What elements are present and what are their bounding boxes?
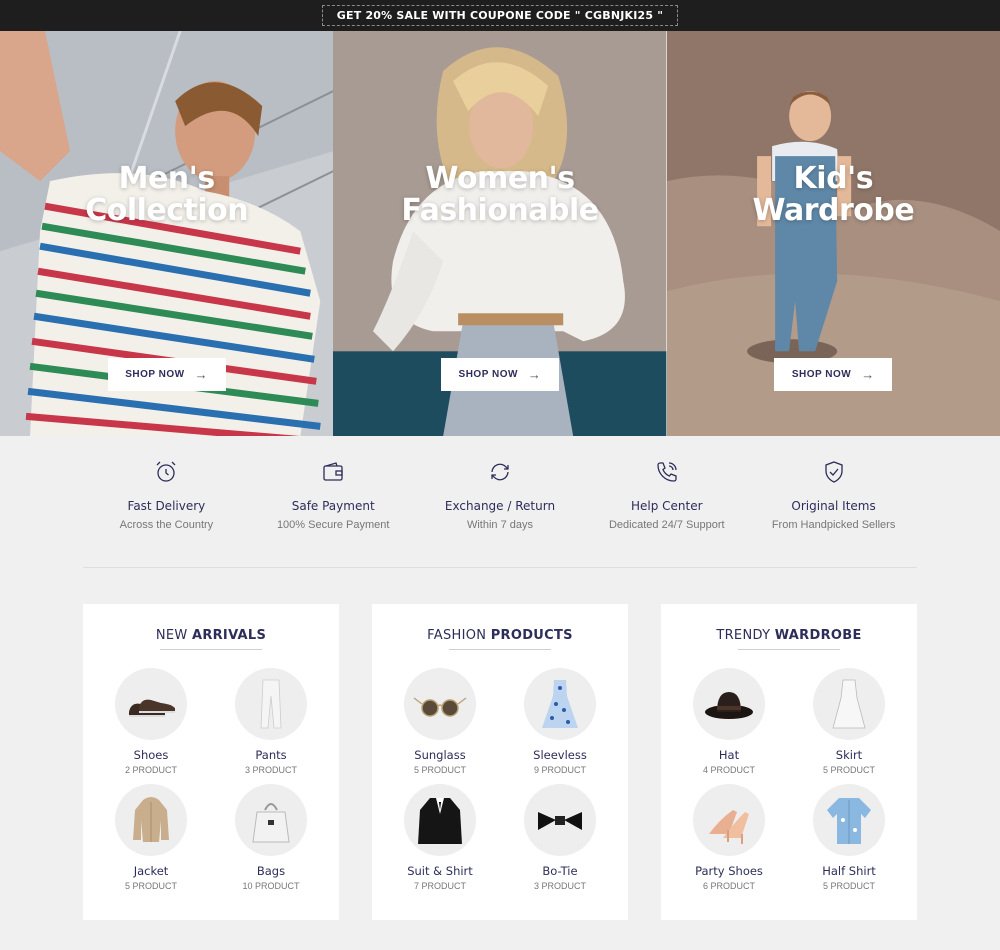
feature-subtitle: Within 7 days — [466, 519, 533, 531]
new-arrivals-card: NEW ARRIVALS Shoes 2 PRODUCT Pants 3 PRO… — [83, 604, 339, 920]
item-name: Suit & Shirt — [407, 864, 473, 878]
feature-exchange-return: Exchange / Return Within 7 days — [417, 460, 584, 567]
item-name: Skirt — [835, 748, 863, 762]
feature-strip: Fast Delivery Across the Country Safe Pa… — [83, 436, 917, 568]
jacket-image — [115, 784, 187, 856]
feature-title: Fast Delivery — [127, 499, 206, 513]
item-name: Party Shoes — [695, 864, 763, 878]
feature-subtitle: Across the Country — [119, 519, 214, 531]
category-item-jacket[interactable]: Jacket 5 PRODUCT — [91, 784, 211, 891]
item-count: 5 PRODUCT — [413, 765, 466, 775]
item-count: 4 PRODUCT — [702, 765, 755, 775]
kids-collection-title: Kid's Wardrobe — [752, 161, 915, 228]
pants-image — [235, 668, 307, 740]
feature-title: Help Center — [631, 499, 703, 513]
hero-collections: Men's Collection SHOP NOW → Women's Fashion… — [0, 31, 1000, 436]
suit-image — [404, 784, 476, 856]
fashion-products-card: FASHION PRODUCTS Sunglass 5 PRODUCT Slee… — [372, 604, 628, 920]
hero-panel-men: Men's Collection SHOP NOW → — [0, 31, 334, 436]
category-item-sunglass[interactable]: Sunglass 5 PRODUCT — [380, 668, 500, 775]
feature-safe-payment: Safe Payment 100% Secure Payment — [250, 460, 417, 567]
arrow-right-icon: → — [861, 367, 875, 382]
shield-check-icon — [824, 461, 843, 483]
item-count: 3 PRODUCT — [244, 765, 297, 775]
category-item-bags[interactable]: Bags 10 PRODUCT — [211, 784, 331, 891]
item-name: Sunglass — [414, 748, 466, 762]
shop-now-kids-button[interactable]: SHOP NOW → — [774, 358, 893, 391]
arrow-right-icon: → — [527, 367, 542, 382]
category-item-half-shirt[interactable]: Half Shirt 5 PRODUCT — [789, 784, 909, 891]
item-name: Shoes — [133, 748, 169, 762]
feature-title: Exchange / Return — [444, 499, 556, 513]
item-name: Jacket — [133, 864, 169, 878]
arrow-right-icon: → — [194, 367, 209, 382]
feature-original-items: Original Items From Handpicked Sellers — [750, 460, 917, 567]
card-title: FASHION PRODUCTS — [427, 628, 573, 643]
half-shirt-image — [813, 784, 885, 856]
item-name: Pants — [255, 748, 287, 762]
title-underline — [449, 649, 551, 650]
phone-icon — [657, 462, 677, 482]
item-count: 5 PRODUCT — [822, 765, 875, 775]
item-count: 10 PRODUCT — [242, 881, 300, 891]
feature-subtitle: From Handpicked Sellers — [771, 519, 896, 531]
card-title: NEW ARRIVALS — [155, 628, 267, 643]
coupon-banner: GET 20% SALE WITH COUPONE CODE " CGBNJKI… — [321, 5, 679, 26]
item-count: 3 PRODUCT — [533, 881, 586, 891]
exchange-icon — [491, 463, 509, 481]
trendy-wardrobe-card: TRENDY WARDROBE Hat 4 PRODUCT Skirt 5 PR… — [661, 604, 917, 920]
women-collection-title: Women's Fashionable — [401, 161, 599, 228]
category-item-shoes[interactable]: Shoes 2 PRODUCT — [91, 668, 211, 775]
category-item-pants[interactable]: Pants 3 PRODUCT — [211, 668, 331, 775]
title-underline — [160, 649, 262, 650]
bow-tie-image — [524, 784, 596, 856]
shoes-image — [115, 668, 187, 740]
feature-help-center: Help Center Dedicated 24/7 Support — [583, 460, 750, 567]
feature-subtitle: Dedicated 24/7 Support — [608, 519, 725, 531]
category-item-hat[interactable]: Hat 4 PRODUCT — [669, 668, 789, 775]
feature-fast-delivery: Fast Delivery Across the Country — [83, 460, 250, 567]
item-name: Bags — [256, 864, 286, 878]
category-item-party-shoes[interactable]: Party Shoes 6 PRODUCT — [669, 784, 789, 891]
wallet-icon — [323, 462, 343, 481]
announcement-bar: GET 20% SALE WITH COUPONE CODE " CGBNJKI… — [0, 0, 1000, 31]
title-underline — [738, 649, 840, 650]
category-item-skirt[interactable]: Skirt 5 PRODUCT — [789, 668, 909, 775]
sunglass-image — [404, 668, 476, 740]
category-item-suit-shirt[interactable]: Suit & Shirt 7 PRODUCT — [380, 784, 500, 891]
sleevless-dress-image — [524, 668, 596, 740]
shop-now-men-button[interactable]: SHOP NOW → — [107, 358, 226, 391]
item-count: 7 PRODUCT — [413, 881, 466, 891]
item-count: 9 PRODUCT — [533, 765, 586, 775]
shop-now-women-button[interactable]: SHOP NOW → — [440, 358, 559, 391]
category-item-sleevless[interactable]: Sleevless 9 PRODUCT — [500, 668, 620, 775]
men-collection-title: Men's Collection — [85, 161, 249, 228]
hero-panel-women: Women's Fashionable SHOP NOW → — [333, 31, 667, 436]
category-item-bo-tie[interactable]: Bo-Tie 3 PRODUCT — [500, 784, 620, 891]
category-cards: NEW ARRIVALS Shoes 2 PRODUCT Pants 3 PRO… — [83, 604, 917, 920]
item-count: 6 PRODUCT — [702, 881, 755, 891]
item-count: 2 PRODUCT — [124, 765, 177, 775]
item-name: Bo-Tie — [542, 864, 578, 878]
item-name: Hat — [718, 748, 740, 762]
party-shoes-image — [693, 784, 765, 856]
item-count: 5 PRODUCT — [822, 881, 875, 891]
card-title: TRENDY WARDROBE — [716, 628, 862, 643]
feature-title: Safe Payment — [291, 499, 375, 513]
item-name: Sleevless — [533, 748, 587, 762]
item-name: Half Shirt — [822, 864, 876, 878]
item-count: 5 PRODUCT — [124, 881, 177, 891]
skirt-image — [813, 668, 885, 740]
hero-panel-kids: Kid's Wardrobe SHOP NOW → — [666, 31, 1000, 436]
hat-image — [693, 668, 765, 740]
feature-subtitle: 100% Secure Payment — [276, 519, 390, 531]
alarm-clock-icon — [156, 461, 176, 482]
feature-title: Original Items — [791, 499, 876, 513]
bags-image — [235, 784, 307, 856]
